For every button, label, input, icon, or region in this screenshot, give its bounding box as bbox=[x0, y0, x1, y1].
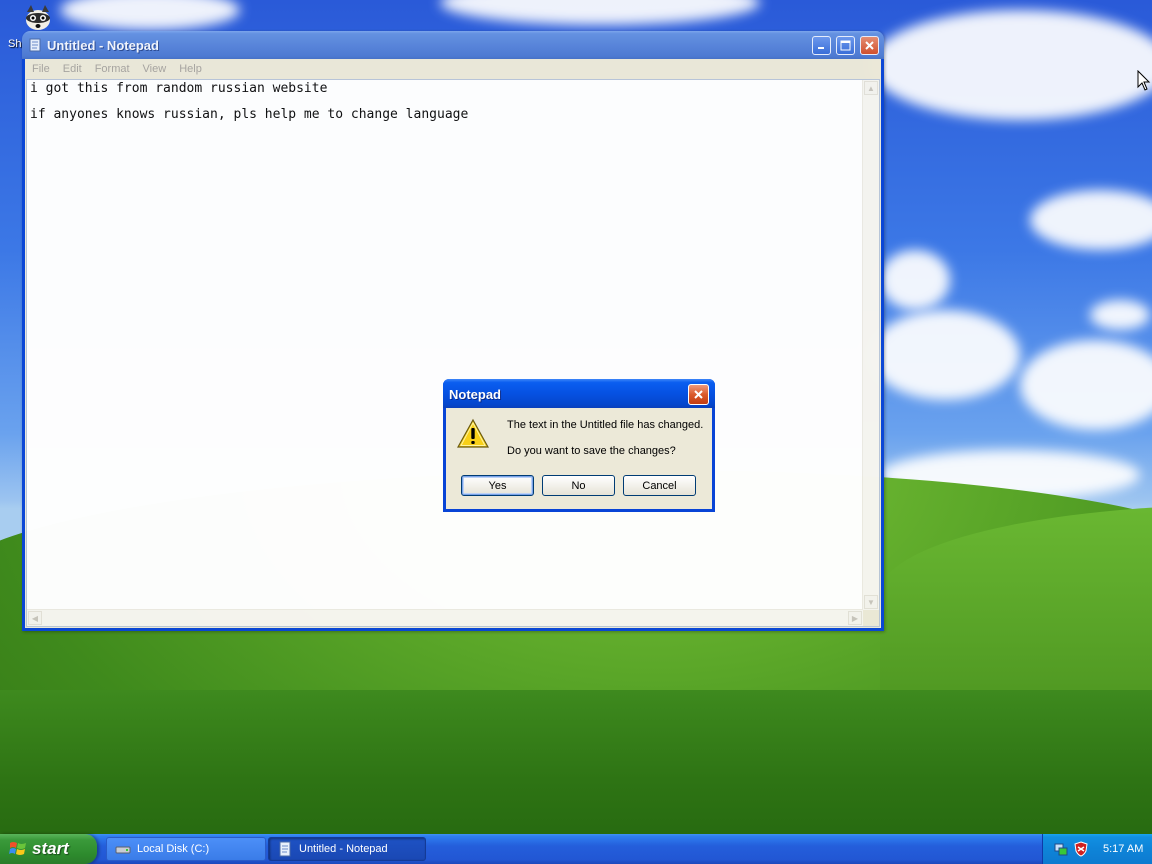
scroll-up-button[interactable]: ▲ bbox=[864, 81, 878, 95]
menu-bar: File Edit Format View Help bbox=[25, 59, 881, 78]
text-line: i got this from random russian website bbox=[30, 81, 328, 96]
menu-file[interactable]: File bbox=[29, 63, 60, 75]
taskbar-item-local-disk[interactable]: Local Disk (C:) bbox=[106, 837, 266, 861]
cloud bbox=[1030, 190, 1152, 250]
notepad-icon bbox=[279, 841, 291, 857]
notepad-titlebar[interactable]: Untitled - Notepad bbox=[22, 31, 884, 59]
text-editor[interactable]: i got this from random russian website i… bbox=[26, 79, 880, 627]
warning-icon bbox=[457, 418, 489, 448]
scroll-right-button[interactable]: ▶ bbox=[848, 611, 862, 625]
desktop-icon-label[interactable]: Sh bbox=[8, 38, 21, 50]
cloud bbox=[60, 0, 240, 30]
close-icon bbox=[865, 41, 874, 50]
cloud bbox=[1090, 300, 1150, 330]
clock[interactable]: 5:17 AM bbox=[1103, 843, 1143, 855]
size-grip[interactable] bbox=[863, 610, 879, 626]
minimize-icon bbox=[818, 47, 824, 49]
dialog-titlebar[interactable]: Notepad bbox=[443, 379, 715, 408]
vertical-scrollbar[interactable]: ▲ ▼ bbox=[862, 80, 879, 610]
text-line: if anyones knows russian, pls help me to… bbox=[30, 107, 469, 122]
horizontal-scrollbar[interactable]: ◀ ▶ bbox=[27, 609, 863, 626]
cloud bbox=[1020, 340, 1152, 430]
network-icon[interactable] bbox=[1053, 841, 1069, 857]
scroll-left-button[interactable]: ◀ bbox=[28, 611, 42, 625]
menu-help[interactable]: Help bbox=[176, 63, 212, 75]
dialog-body: The text in the Untitled file has change… bbox=[446, 408, 712, 509]
yes-button[interactable]: Yes bbox=[461, 475, 534, 496]
menu-format[interactable]: Format bbox=[92, 63, 140, 75]
maximize-button[interactable] bbox=[836, 36, 855, 55]
dialog-message: The text in the Untitled file has change… bbox=[507, 419, 704, 431]
cloud bbox=[880, 250, 950, 310]
minimize-button[interactable] bbox=[812, 36, 831, 55]
notepad-icon bbox=[29, 38, 41, 52]
grass-field bbox=[0, 690, 1152, 834]
scroll-down-button[interactable]: ▼ bbox=[864, 595, 878, 609]
editor-text[interactable]: i got this from random russian website i… bbox=[30, 82, 468, 134]
taskbar-item-notepad[interactable]: Untitled - Notepad bbox=[268, 837, 426, 861]
windows-logo-icon bbox=[9, 842, 26, 855]
menu-view[interactable]: View bbox=[140, 63, 177, 75]
system-tray: 5:17 AM bbox=[1042, 834, 1152, 864]
dialog-close-button[interactable] bbox=[688, 384, 709, 405]
cancel-button[interactable]: Cancel bbox=[623, 475, 696, 496]
cloud bbox=[870, 10, 1152, 120]
close-button[interactable] bbox=[860, 36, 879, 55]
mouse-cursor-icon bbox=[1137, 70, 1151, 91]
start-button[interactable]: start bbox=[0, 834, 97, 864]
notepad-window[interactable]: Untitled - Notepad File Edit Format View… bbox=[22, 31, 884, 631]
taskbar-item-label: Untitled - Notepad bbox=[299, 843, 388, 855]
drive-icon bbox=[115, 846, 131, 854]
window-title: Untitled - Notepad bbox=[47, 38, 159, 53]
no-button[interactable]: No bbox=[542, 475, 615, 496]
taskbar-item-label: Local Disk (C:) bbox=[137, 843, 210, 855]
close-icon bbox=[694, 390, 703, 399]
start-label: start bbox=[32, 839, 69, 858]
security-shield-icon[interactable] bbox=[1073, 841, 1089, 857]
save-changes-dialog[interactable]: Notepad The text in the Untitled file ha… bbox=[443, 379, 715, 512]
dialog-question: Do you want to save the changes? bbox=[507, 445, 676, 457]
notepad-client: File Edit Format View Help i got this fr… bbox=[25, 59, 881, 628]
cloud bbox=[440, 0, 760, 25]
maximize-icon bbox=[840, 40, 851, 51]
dialog-title: Notepad bbox=[449, 387, 501, 402]
taskbar[interactable]: start Local Disk (C:) Untitled - Notepad… bbox=[0, 834, 1152, 864]
cloud bbox=[870, 310, 1020, 400]
menu-edit[interactable]: Edit bbox=[60, 63, 92, 75]
